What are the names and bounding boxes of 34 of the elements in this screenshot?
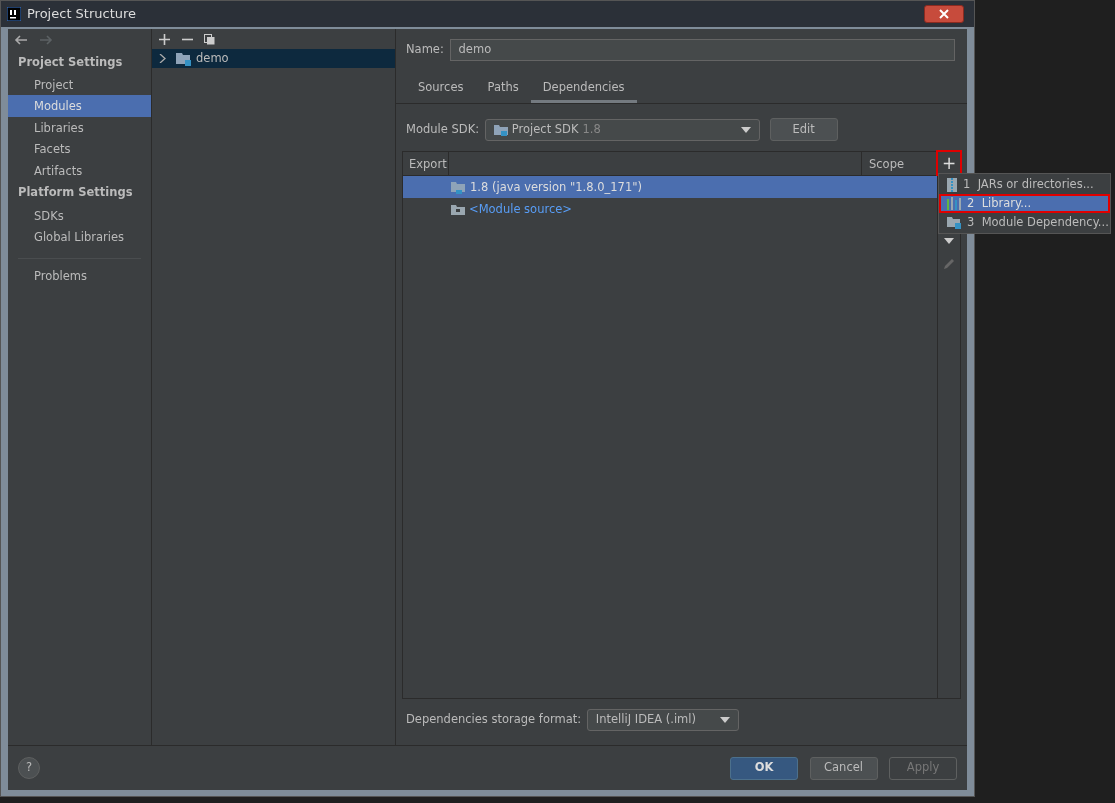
- sidebar-item[interactable]: Facets: [8, 138, 151, 160]
- menu-item[interactable]: 3 Module Dependency...: [939, 213, 1110, 232]
- sidebar-item[interactable]: Artifacts: [8, 159, 151, 182]
- sidebar-item[interactable]: Problems: [8, 264, 151, 286]
- dialog-button[interactable]: OK: [730, 756, 798, 780]
- sidebar-item[interactable]: Libraries: [8, 116, 151, 139]
- sdk-label: Module SDK:: [406, 121, 480, 139]
- column-header: Scope: [861, 151, 937, 176]
- sdk-dropdown[interactable]: Project SDK 1.8: [484, 118, 760, 141]
- table-row[interactable]: <Module source>: [403, 198, 937, 221]
- tree-item[interactable]: demo: [152, 49, 395, 68]
- sidebar-item[interactable]: Modules: [8, 95, 151, 117]
- column-header: Export: [403, 151, 449, 176]
- storage-format-dropdown[interactable]: IntelliJ IDEA (.iml): [586, 709, 739, 731]
- window-title: Project Structure: [27, 5, 137, 24]
- storage-format-label: Dependencies storage format:: [406, 711, 582, 729]
- add-button[interactable]: +: [936, 150, 962, 177]
- sidebar-item[interactable]: Global Libraries: [8, 226, 151, 248]
- help-button[interactable]: ?: [18, 757, 40, 779]
- edit-button[interactable]: Edit: [769, 118, 838, 142]
- dialog-button: Apply: [889, 756, 957, 780]
- menu-item[interactable]: 2 Library...: [939, 194, 1110, 213]
- tab[interactable]: Paths: [475, 75, 531, 104]
- tab[interactable]: Dependencies: [530, 75, 637, 104]
- name-label: Name:: [406, 41, 444, 59]
- name-field[interactable]: demo: [449, 39, 955, 61]
- dialog-button[interactable]: Cancel: [809, 756, 878, 780]
- sidebar-item[interactable]: Project: [8, 73, 151, 96]
- table-row[interactable]: 1.8 (java version "1.8.0_171"): [403, 176, 937, 199]
- tab[interactable]: Sources: [406, 75, 476, 104]
- sidebar-item[interactable]: SDKs: [8, 204, 151, 226]
- menu-item[interactable]: 1 JARs or directories...: [939, 175, 1110, 194]
- section-heading: Platform Settings: [17, 184, 134, 202]
- section-heading: Project Settings: [17, 53, 124, 71]
